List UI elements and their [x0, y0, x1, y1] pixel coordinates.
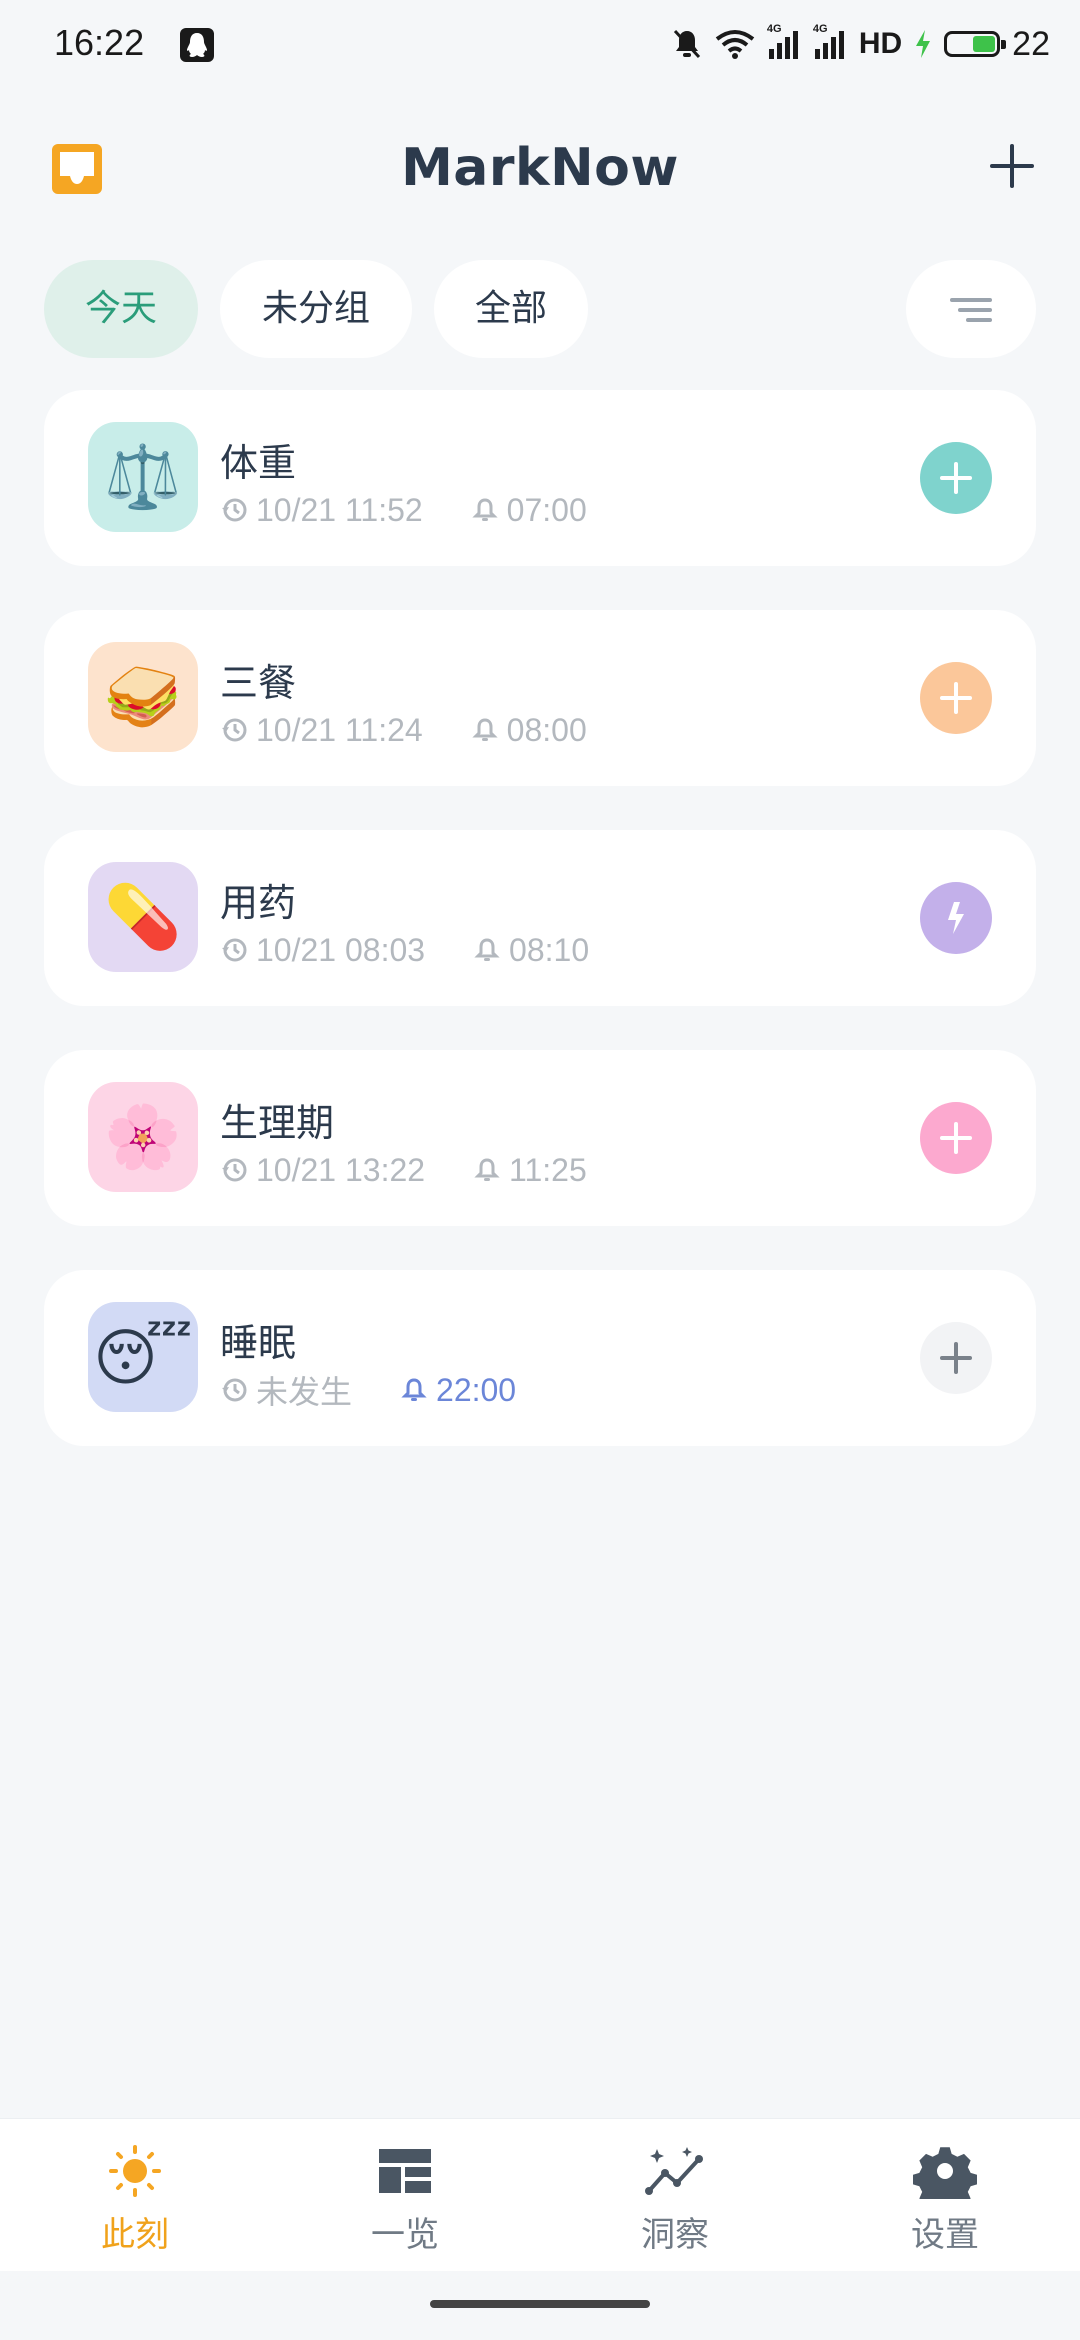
bell-icon: [472, 718, 498, 741]
reminder: 08:10: [473, 932, 589, 969]
item-last-time: 10/21 13:22: [256, 1151, 426, 1188]
list-item-sleep[interactable]: 😴 睡眠 未发生 22:00: [44, 1270, 1036, 1446]
nav-now[interactable]: 此刻: [55, 2143, 215, 2255]
history-icon: [222, 938, 247, 962]
history-icon: [222, 1378, 247, 1402]
app-title: MarkNow: [401, 138, 679, 198]
qq-notification-icon: [180, 28, 214, 62]
item-meta: 10/21 08:03 08:10: [220, 930, 589, 970]
bell-icon: [401, 1378, 427, 1401]
quick-add-button[interactable]: [920, 662, 992, 734]
quick-add-button[interactable]: [920, 1102, 992, 1174]
item-meta: 未发生 22:00: [220, 1370, 516, 1410]
quick-log-button[interactable]: [920, 882, 992, 954]
item-last-time: 未发生: [256, 1374, 353, 1410]
item-reminder-time: 22:00: [436, 1371, 517, 1408]
item-meta: 10/21 11:52 07:00: [220, 490, 587, 530]
item-reminder-time: 11:25: [509, 1151, 587, 1188]
nav-label: 洞察: [641, 2215, 709, 2255]
item-icon: 💊: [88, 862, 198, 972]
add-icon[interactable]: [990, 144, 1034, 188]
filter-tabs: 今天 未分组 全部: [44, 260, 1036, 358]
item-icon: 😴: [88, 1302, 198, 1412]
tab-all[interactable]: 全部: [434, 260, 588, 358]
dashboard-icon: [373, 2143, 437, 2199]
hd-badge: HD: [858, 27, 903, 60]
item-title: 睡眠: [220, 1321, 297, 1365]
item-last-time: 10/21 08:03: [256, 931, 426, 968]
battery-level: 22: [1012, 24, 1050, 63]
signal-2-icon: 4G: [813, 23, 847, 61]
bottom-nav: 此刻 一览 洞察 设置: [0, 2118, 1080, 2271]
wifi-icon: [715, 30, 755, 59]
mute-icon: [673, 29, 700, 59]
item-reminder-time: 08:00: [506, 711, 587, 748]
app-header: MarkNow: [0, 130, 1080, 210]
status-icons: 4G 4G HD 22: [671, 22, 1050, 66]
item-icon: 🥪: [88, 642, 198, 752]
history-icon: [222, 718, 247, 742]
reminder: 07:00: [471, 492, 587, 529]
bell-icon: [474, 938, 500, 961]
list-item-weight[interactable]: ⚖️ 体重 10/21 11:52 07:00: [44, 390, 1036, 566]
history-icon: [222, 498, 247, 522]
sort-lines-icon: [950, 298, 992, 302]
tab-ungrouped[interactable]: 未分组: [220, 260, 412, 358]
nav-overview[interactable]: 一览: [325, 2143, 485, 2255]
reminder: 11:25: [473, 1152, 587, 1189]
charging-icon: [916, 30, 931, 58]
gear-icon: [912, 2143, 978, 2212]
lightning-icon: [948, 902, 964, 934]
sort-button[interactable]: [906, 260, 1036, 358]
nav-label: 此刻: [101, 2215, 169, 2255]
nav-insights[interactable]: 洞察: [595, 2143, 755, 2255]
tab-today[interactable]: 今天: [44, 260, 198, 358]
bell-icon: [472, 498, 498, 521]
bell-icon: [474, 1158, 500, 1181]
home-indicator[interactable]: [430, 2300, 650, 2308]
item-icon: 🌸: [88, 1082, 198, 1192]
nav-label: 设置: [911, 2215, 979, 2255]
history-icon: [222, 1158, 247, 1182]
status-time: 16:22: [54, 22, 145, 63]
item-meta: 10/21 13:22 11:25: [220, 1150, 587, 1190]
quick-add-button[interactable]: [920, 442, 992, 514]
sun-icon: [103, 2143, 167, 2199]
item-title: 生理期: [220, 1101, 335, 1145]
nav-label: 一览: [371, 2215, 439, 2255]
item-last-time: 10/21 11:24: [256, 711, 423, 748]
item-reminder-time: 07:00: [506, 491, 587, 528]
reminder: 08:00: [471, 712, 587, 749]
nav-settings[interactable]: 设置: [865, 2143, 1025, 2255]
item-meta: 10/21 11:24 08:00: [220, 710, 587, 750]
list-item-meals[interactable]: 🥪 三餐 10/21 11:24 08:00: [44, 610, 1036, 786]
status-bar: 16:22 4G 4G HD 22: [0, 0, 1080, 90]
battery-icon: [944, 31, 1007, 57]
insight-chart-icon: [643, 2143, 707, 2199]
item-icon: ⚖️: [88, 422, 198, 532]
item-title: 用药: [220, 881, 297, 925]
item-title: 三餐: [220, 661, 297, 705]
item-reminder-time: 08:10: [509, 931, 590, 968]
item-last-time: 10/21 11:52: [256, 491, 423, 528]
reminder: 22:00: [400, 1372, 516, 1409]
quick-add-button[interactable]: [920, 1322, 992, 1394]
item-title: 体重: [220, 441, 297, 485]
list-item-period[interactable]: 🌸 生理期 10/21 13:22 11:25: [44, 1050, 1036, 1226]
signal-1-icon: 4G: [767, 23, 801, 61]
list-item-medication[interactable]: 💊 用药 10/21 08:03 08:10: [44, 830, 1036, 1006]
